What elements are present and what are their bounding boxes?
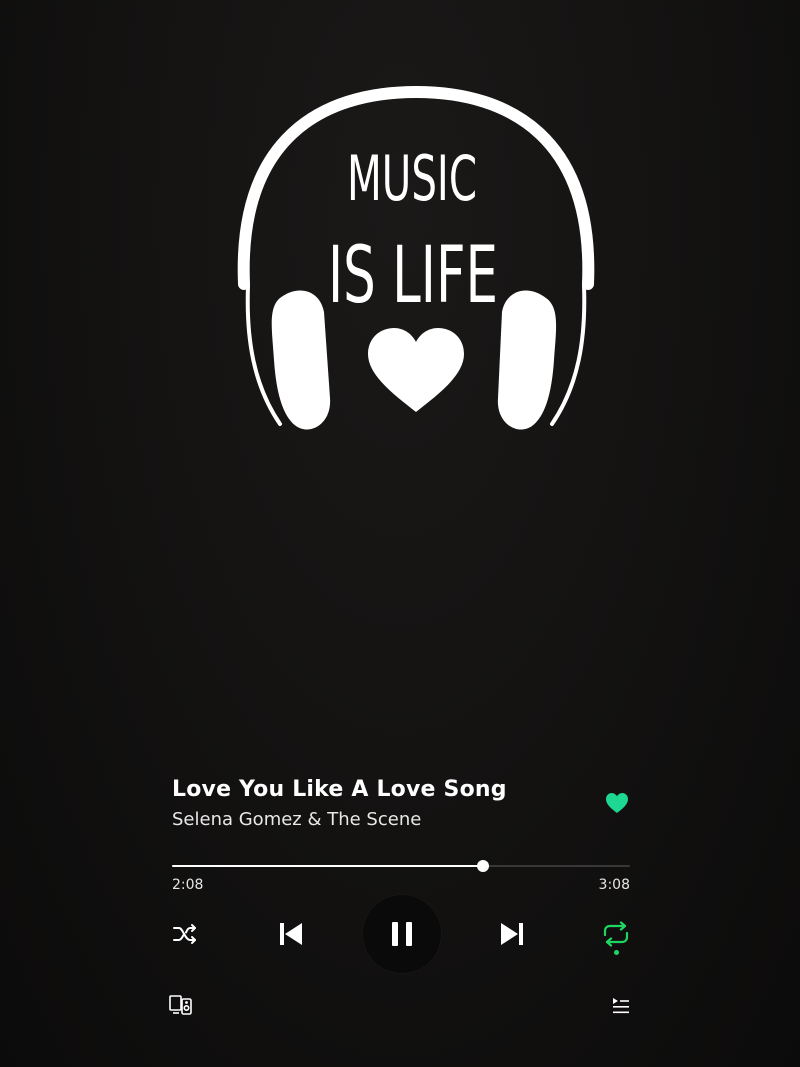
- devices-button[interactable]: [166, 992, 196, 1018]
- artist-name[interactable]: Selena Gomez & The Scene: [172, 809, 421, 830]
- shuffle-button[interactable]: [168, 918, 202, 950]
- heart-filled-icon: [606, 793, 628, 813]
- headphones-left-earcup: [271, 290, 331, 430]
- previous-button[interactable]: [271, 914, 311, 954]
- song-title: Love You Like A Love Song: [172, 777, 507, 802]
- devices-icon: [169, 995, 192, 1015]
- headphones-right-wire: [550, 284, 587, 426]
- progress-knob[interactable]: [477, 860, 490, 872]
- like-button[interactable]: [600, 788, 634, 818]
- skip-next-icon: [501, 923, 523, 945]
- repeat-icon: [603, 921, 629, 947]
- headphones-right-earcup: [497, 290, 557, 430]
- next-button[interactable]: [492, 914, 532, 954]
- album-artwork: MUSIC IS LIFE: [0, 0, 800, 520]
- queue-icon: [613, 998, 629, 1014]
- shuffle-icon: [173, 924, 196, 944]
- progress-fill: [172, 865, 484, 867]
- artwork-canvas: MUSIC IS LIFE: [237, 85, 595, 430]
- skip-previous-icon: [280, 923, 302, 945]
- repeat-button[interactable]: [598, 916, 634, 960]
- artwork-line-2: IS LIFE: [328, 231, 498, 321]
- artwork-line-1: MUSIC: [347, 142, 477, 215]
- elapsed-time: 2:08: [172, 877, 204, 893]
- heart-icon: [368, 328, 464, 412]
- play-pause-button[interactable]: [362, 894, 442, 974]
- now-playing-screen: MUSIC IS LIFE Love You Like A Love Song …: [0, 0, 800, 1067]
- queue-button[interactable]: [608, 994, 634, 1018]
- pause-icon: [392, 922, 412, 946]
- repeat-active-indicator: [613, 950, 619, 955]
- progress-bar[interactable]: [172, 860, 630, 872]
- total-time: 3:08: [598, 877, 630, 893]
